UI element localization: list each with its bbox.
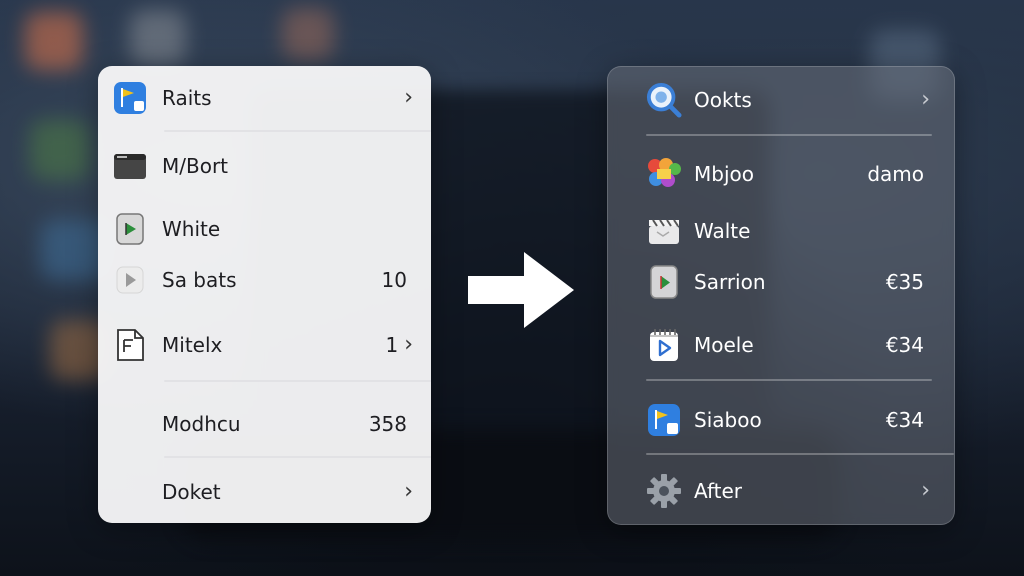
- menu-item-raits[interactable]: Raits ›: [112, 76, 413, 120]
- menu-item-value: €34: [885, 408, 924, 432]
- menu-item-label: Mbjoo: [694, 162, 754, 186]
- photos-app-icon: [646, 156, 682, 192]
- menu-item-ookts[interactable]: Ookts ›: [646, 78, 930, 122]
- calendar-play-icon: [646, 327, 682, 363]
- flag-app-icon: [646, 402, 682, 438]
- chevron-right-icon: ›: [921, 87, 930, 112]
- menu-item-label: Mitelx: [162, 333, 223, 357]
- blurred-app-icon: [282, 8, 334, 60]
- play-icon: [112, 262, 148, 298]
- document-icon: [112, 327, 148, 363]
- divider: [164, 456, 431, 458]
- menu-item-walte[interactable]: Walte: [646, 209, 930, 253]
- menu-item-modhcu[interactable]: Modhcu 358: [112, 402, 413, 446]
- divider: [646, 134, 932, 136]
- menu-item-label: Doket: [162, 480, 221, 504]
- menu-item-mbjoo[interactable]: Mbjoo damo: [646, 152, 930, 196]
- menu-item-siaboo[interactable]: Siaboo €34: [646, 398, 930, 442]
- chevron-right-icon: ›: [921, 478, 930, 503]
- gear-icon: [646, 473, 682, 509]
- menu-item-label: Walte: [694, 219, 751, 243]
- menu-item-label: Raits: [162, 86, 212, 110]
- menu-item-after[interactable]: After ›: [646, 469, 930, 513]
- menu-item-label: M/Bort: [162, 154, 229, 178]
- chevron-right-icon: ›: [404, 332, 413, 357]
- menu-item-label: Modhcu: [162, 412, 241, 436]
- divider: [164, 380, 431, 382]
- menu-item-white[interactable]: White: [112, 207, 413, 251]
- divider: [646, 453, 954, 455]
- clapper-icon: [646, 213, 682, 249]
- menu-item-label: White: [162, 217, 221, 241]
- menu-item-value: 1: [385, 333, 399, 357]
- chevron-right-icon: ›: [404, 85, 413, 110]
- menu-item-mbort[interactable]: M/Bort: [112, 144, 413, 188]
- menu-item-label: After: [694, 479, 743, 503]
- menu-item-label: Sarrion: [694, 270, 766, 294]
- menu-item-doket[interactable]: Doket ›: [112, 470, 413, 514]
- menu-item-value: 10: [381, 268, 407, 292]
- menu-item-moele[interactable]: Moele €34: [646, 323, 930, 367]
- menu-item-value: €35: [885, 270, 924, 294]
- blurred-app-icon: [25, 12, 83, 70]
- divider: [646, 379, 932, 381]
- blurred-app-icon: [130, 10, 186, 66]
- menu-item-sa-bats[interactable]: Sa bats 10: [112, 258, 413, 302]
- flag-app-icon: [112, 80, 148, 116]
- menu-item-label: Moele: [694, 333, 754, 357]
- play-document-icon: [646, 264, 682, 300]
- right-menu-panel: Ookts › Mbjoo damo Walte Sarrion €35 Moe…: [607, 66, 955, 525]
- left-menu-panel: Raits › M/Bort White Sa bats 10 Mitelx 1: [98, 66, 431, 523]
- divider: [164, 130, 431, 132]
- window-icon: [112, 148, 148, 184]
- play-document-icon: [112, 211, 148, 247]
- menu-item-label: Sa bats: [162, 268, 237, 292]
- menu-item-mitelx[interactable]: Mitelx 1 ›: [112, 323, 413, 367]
- menu-item-value: damo: [867, 162, 924, 186]
- right-arrow-icon: [468, 252, 574, 332]
- menu-item-value: €34: [885, 333, 924, 357]
- menu-item-label: Ookts: [694, 88, 752, 112]
- menu-item-value: 358: [368, 412, 407, 436]
- menu-item-label: Siaboo: [694, 408, 762, 432]
- menu-item-sarrion[interactable]: Sarrion €35: [646, 260, 930, 304]
- blurred-app-icon: [30, 120, 90, 180]
- chevron-right-icon: ›: [404, 479, 413, 504]
- search-icon: [646, 82, 682, 118]
